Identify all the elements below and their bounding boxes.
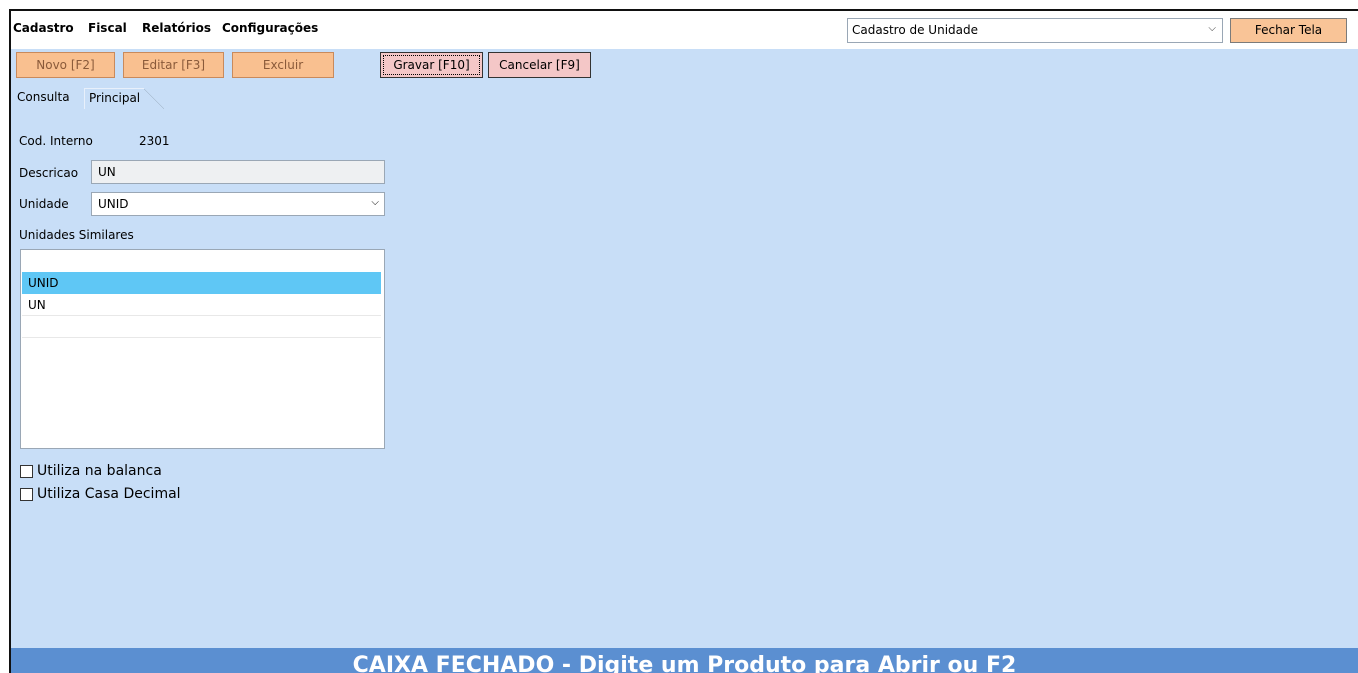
screen-select-value: Cadastro de Unidade [852, 23, 978, 37]
similares-label: Unidades Similares [19, 228, 134, 242]
chevron-down-icon: ⌵ [371, 197, 379, 208]
unidade-label: Unidade [19, 197, 69, 211]
unidade-select-value: UNID [98, 197, 129, 211]
balanca-checkbox-row[interactable]: Utiliza na balanca [20, 463, 162, 481]
menu-cadastro[interactable]: Cadastro [13, 21, 74, 35]
decimal-checkbox[interactable] [20, 487, 33, 501]
menu-relatorios[interactable]: Relatórios [142, 21, 211, 35]
menu-bar: Cadastro Fiscal Relatórios Configurações… [11, 11, 1358, 49]
screen-select[interactable]: Cadastro de Unidade ⌵ [847, 18, 1223, 43]
app-window: Cadastro Fiscal Relatórios Configurações… [9, 9, 1358, 673]
balanca-checkbox[interactable] [20, 464, 33, 478]
tab-consulta[interactable]: Consulta [13, 88, 74, 108]
cod-interno-label: Cod. Interno [19, 134, 93, 148]
save-button[interactable]: Gravar [F10] [380, 52, 483, 78]
list-item[interactable] [22, 316, 381, 338]
unidade-select[interactable]: UNID ⌵ [91, 192, 385, 216]
list-item[interactable] [22, 251, 381, 273]
list-item[interactable]: UN [22, 294, 381, 316]
chevron-down-icon: ⌵ [1208, 23, 1216, 34]
cancel-button[interactable]: Cancelar [F9] [488, 52, 591, 78]
descricao-field[interactable]: UN [91, 160, 385, 184]
status-bar: CAIXA FECHADO - Digite um Produto para A… [11, 648, 1358, 673]
similares-list[interactable]: UNID UN [20, 249, 385, 449]
descricao-label: Descricao [19, 166, 79, 180]
decimal-checkbox-label: Utiliza Casa Decimal [37, 486, 181, 502]
decimal-checkbox-row[interactable]: Utiliza Casa Decimal [20, 486, 181, 504]
menu-configuracoes[interactable]: Configurações [222, 21, 318, 35]
balanca-checkbox-label: Utiliza na balanca [37, 463, 162, 479]
delete-button[interactable]: Excluir [232, 52, 334, 78]
tab-principal[interactable]: Principal [84, 88, 165, 109]
close-screen-button[interactable]: Fechar Tela [1230, 18, 1347, 43]
cod-interno-value: 2301 [139, 134, 170, 148]
menu-fiscal[interactable]: Fiscal [88, 21, 127, 35]
list-item[interactable]: UNID [22, 272, 381, 294]
new-button[interactable]: Novo [F2] [16, 52, 115, 78]
edit-button[interactable]: Editar [F3] [123, 52, 224, 78]
